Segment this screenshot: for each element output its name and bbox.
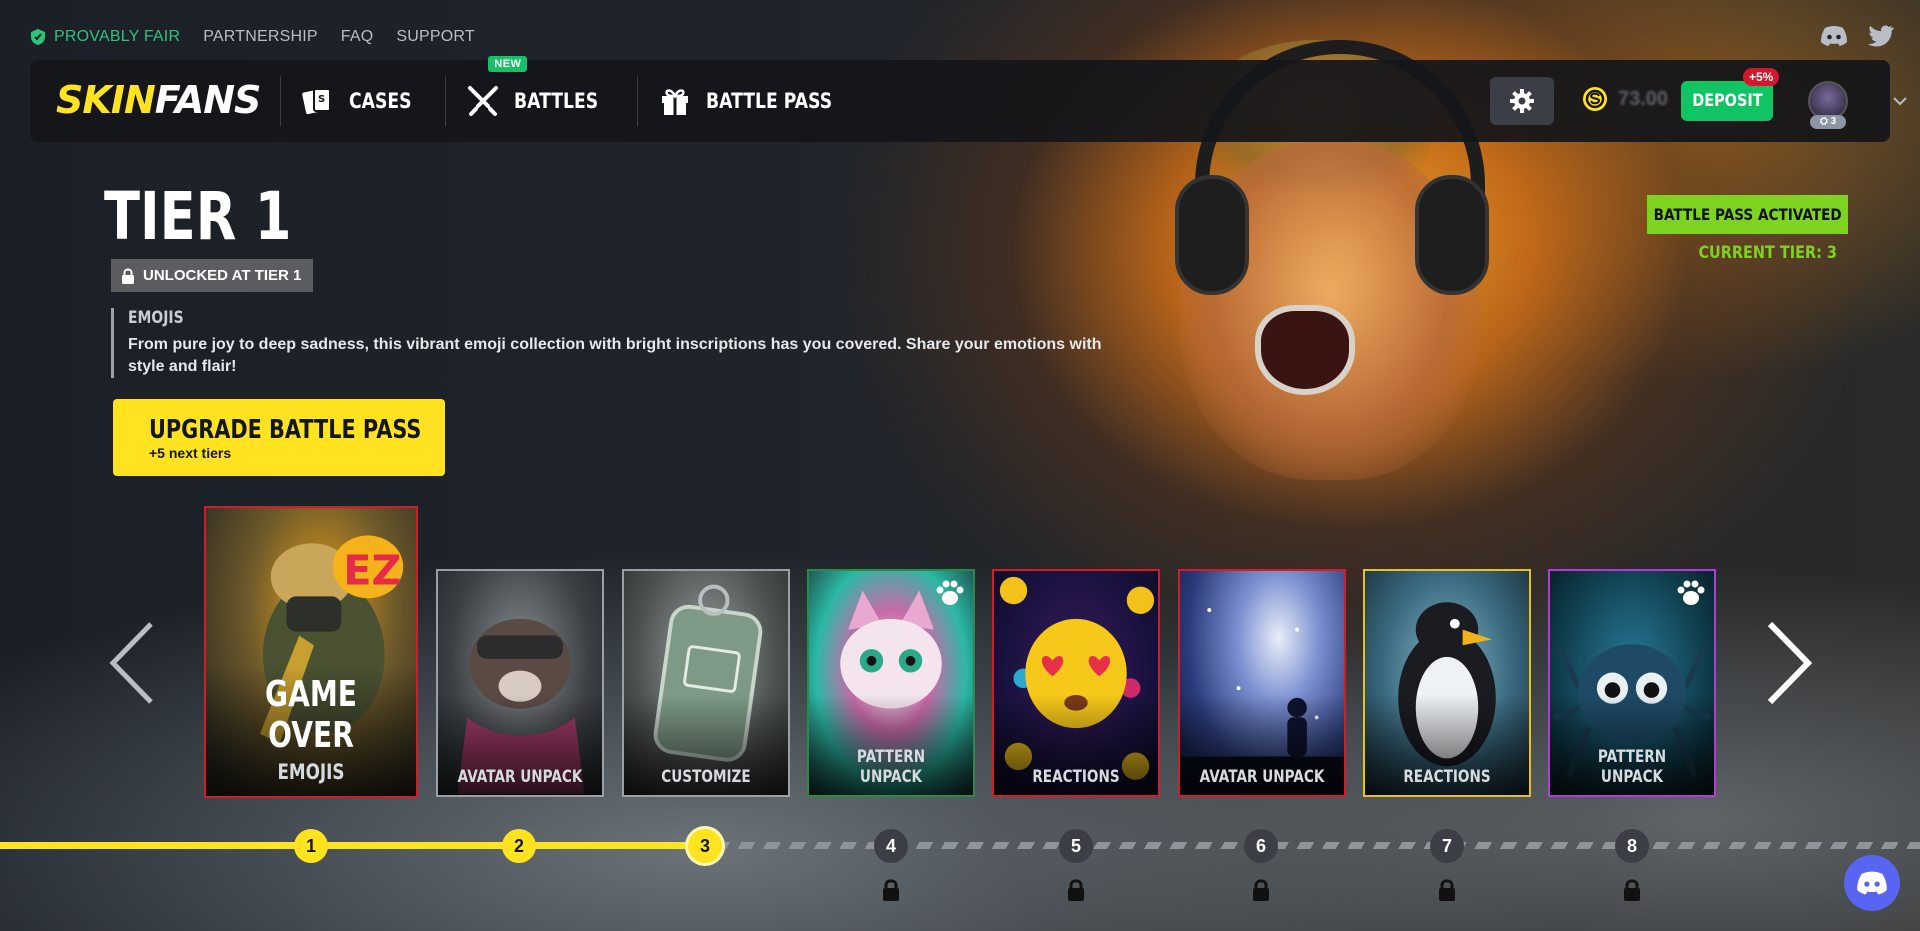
settings-button[interactable] [1490,77,1554,125]
card-label: PATTERN UNPACK [1597,747,1667,787]
crossed-swords-icon [468,86,499,116]
lock-icon [1439,879,1455,901]
reward-card-tier-4[interactable]: PATTERN UNPACK [807,569,975,797]
lock-icon [122,268,134,284]
logo-skin-text: SKIN [56,78,156,122]
tier-node-3[interactable]: 3 [688,829,722,863]
lock-icon [1068,879,1084,901]
avatar-level-badge: ⛭ 3 [1810,115,1846,129]
provably-fair-label: PROVABLY FAIR [54,28,181,45]
nav-battle-pass-label: BATTLE PASS [705,89,833,113]
balance-amount: 73.00 [1618,87,1669,110]
card-label: CUSTOMIZE [661,767,751,787]
provably-fair-link[interactable]: PROVABLY FAIR [30,28,180,46]
reward-description: From pure joy to deep sadness, this vibr… [128,336,1102,375]
tier-node-2[interactable]: 2 [502,829,536,863]
tier-node-8[interactable]: 8 [1615,829,1649,863]
new-badge: NEW [488,56,528,72]
support-link[interactable]: SUPPORT [396,28,474,46]
reward-card-tier-3[interactable]: CUSTOMIZE [622,569,790,797]
discord-icon [1857,871,1887,895]
reward-title: EMOJIS [128,308,184,328]
tier-node-4[interactable]: 4 [874,829,908,863]
deposit-button[interactable]: DEPOSIT [1681,81,1773,121]
upgrade-sublabel: +5 next tiers [149,444,232,461]
reward-card-tier-5[interactable]: REACTIONS [992,569,1160,797]
faq-link[interactable]: FAQ [341,28,374,46]
discord-icon[interactable] [1820,24,1848,48]
card-label: REACTIONS [1032,767,1120,787]
main-header: SKINFANS S CASES BATTLES NEW BATTLE PASS… [30,56,1907,142]
nav-battles[interactable]: BATTLES NEW [446,56,637,142]
nav-cases-label: CASES [349,89,412,113]
upgrade-battle-pass-button[interactable]: UPGRADE BATTLE PASS +5 next tiers [113,399,445,476]
twitter-icon[interactable] [1866,24,1894,48]
nav-cases[interactable]: S CASES [281,60,445,142]
nav-battles-label: BATTLES [514,89,599,113]
tier-node-6[interactable]: 6 [1244,829,1278,863]
chevron-down-icon[interactable] [1892,93,1908,109]
partnership-link[interactable]: PARTNERSHIP [203,28,318,46]
top-links-bar: PROVABLY FAIR PARTNERSHIP FAQ SUPPORT [30,24,475,50]
balance-display: 73.00 [1582,86,1668,112]
tier-title: TIER 1 [104,178,292,255]
tier-node-7[interactable]: 7 [1430,829,1464,863]
reward-card-tier-7[interactable]: REACTIONS [1363,569,1531,797]
deposit-bonus-badge: +5% [1743,68,1780,86]
discord-chat-button[interactable] [1844,855,1900,911]
carousel-next-arrow-icon[interactable] [1758,618,1818,708]
reward-card-tier-1[interactable]: EZ GAME OVER EMOJIS [204,506,418,798]
current-tier-label: CURRENT TIER: 3 [1698,243,1837,263]
card-label: PATTERN UNPACK [856,747,926,787]
deposit-label: DEPOSIT [1691,91,1763,111]
card-label: AVATAR UNPACK [1199,767,1325,787]
unlock-tag: UNLOCKED AT TIER 1 [111,259,314,292]
paw-icon [1677,580,1705,605]
nav-battle-pass[interactable]: BATTLE PASS [638,60,880,142]
svg-text:S: S [318,94,325,105]
lock-icon [883,879,899,901]
reward-description-block: EMOJIS From pure joy to deep sadness, th… [111,308,1141,378]
card-label: AVATAR UNPACK [457,767,583,787]
tier-node-5[interactable]: 5 [1059,829,1093,863]
reward-card-tier-2[interactable]: AVATAR UNPACK [436,569,604,797]
carousel-prev-arrow-icon[interactable] [103,618,163,708]
cards-icon: S [302,88,331,115]
upgrade-label: UPGRADE BATTLE PASS [149,414,422,445]
unlock-tag-label: UNLOCKED AT TIER 1 [143,267,302,284]
lock-icon [1253,879,1269,901]
shield-icon [31,29,45,45]
card-label: EMOJIS [277,760,345,784]
gear-icon [1510,89,1534,113]
reward-card-tier-8[interactable]: PATTERN UNPACK [1548,569,1716,797]
card-label: REACTIONS [1403,767,1491,787]
reward-card-tier-6[interactable]: AVATAR UNPACK [1178,569,1346,797]
gift-icon [661,89,688,115]
avatar-level-value: 3 [1830,116,1837,127]
progress-track-completed [0,842,705,849]
site-logo[interactable]: SKINFANS [56,78,262,122]
tier-node-1[interactable]: 1 [294,829,328,863]
coin-icon [1583,87,1607,111]
paw-icon [936,580,964,605]
battle-pass-status-badge: BATTLE PASS ACTIVATED [1647,195,1848,234]
social-links [1820,24,1894,48]
lock-icon [1624,879,1640,901]
battle-pass-status-label: BATTLE PASS ACTIVATED [1653,205,1842,224]
logo-fans-text: FANS [154,78,262,122]
main-nav: S CASES BATTLES NEW BATTLE PASS [280,56,880,142]
svg-text:EZ: EZ [343,547,401,595]
card-title: GAME OVER [265,674,357,756]
